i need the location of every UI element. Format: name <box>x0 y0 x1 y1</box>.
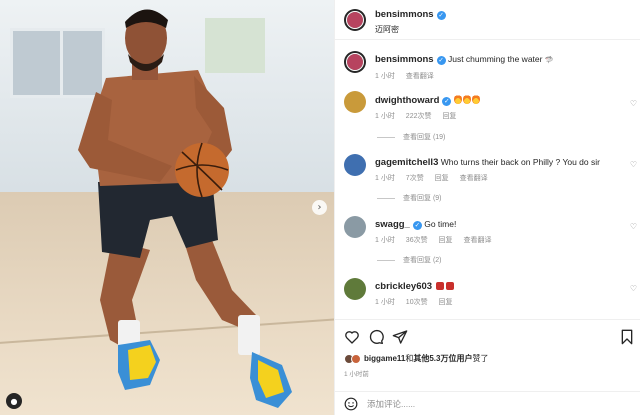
comment-time[interactable]: 1 小时 <box>375 299 395 306</box>
fire-emoji-icon <box>471 94 480 104</box>
basketball-player-figure <box>78 9 292 408</box>
view-replies-link[interactable]: 查看回复 (19) <box>377 132 445 142</box>
view-replies-link[interactable]: 查看回复 (9) <box>377 193 442 203</box>
comment-username[interactable]: gagemitchell3 <box>375 157 438 168</box>
comment-text: Who turns their back on Philly ? You do … <box>440 157 600 167</box>
post-actions: biggame11和其他5.3万位用户赞了 1 小时前 <box>335 319 640 391</box>
view-replies-label: 查看回复 (19) <box>403 134 446 141</box>
angry-face-emoji-icon <box>446 282 455 290</box>
comment-username[interactable]: swagg_ <box>375 219 410 230</box>
caption-text: Just chumming the water <box>447 54 543 64</box>
commenter-avatar[interactable] <box>344 154 366 176</box>
comment-time[interactable]: 1 小时 <box>375 175 395 182</box>
post-location[interactable]: 迈阿密 <box>375 24 446 35</box>
reply-button[interactable]: 回复 <box>439 299 453 306</box>
fire-emoji-icon <box>453 94 462 104</box>
comment-username[interactable]: dwighthoward <box>375 95 439 106</box>
see-translation-link[interactable]: 查看翻译 <box>464 237 492 244</box>
verified-badge-icon: ✓ <box>436 56 446 65</box>
likes-others-link[interactable]: 其他5.3万位用户 <box>413 354 472 363</box>
add-comment-input[interactable] <box>367 398 597 409</box>
tagged-users-button[interactable]: ● <box>6 393 22 409</box>
commenter-avatar[interactable] <box>344 216 366 238</box>
post-photo[interactable]: › ● <box>0 0 334 415</box>
author-username[interactable]: bensimmons <box>375 9 434 20</box>
commenter-avatar[interactable] <box>344 91 366 113</box>
comment-username[interactable]: cbrickley603 <box>375 281 432 292</box>
view-replies-label: 查看回复 (9) <box>403 195 442 202</box>
see-translation-link[interactable]: 查看翻译 <box>406 73 434 80</box>
post-header: bensimmons ✓ 迈阿密 <box>335 0 640 40</box>
comment-like-heart-icon[interactable]: ♡ <box>630 99 637 108</box>
fire-emoji-icon <box>462 94 471 104</box>
see-translation-link[interactable]: 查看翻译 <box>460 175 488 182</box>
reply-button[interactable]: 回复 <box>435 175 449 182</box>
comment-time[interactable]: 1 小时 <box>375 113 395 120</box>
liker-username[interactable]: biggame11 <box>364 354 405 363</box>
caption-item: bensimmons ✓ Just chumming the water 🦈 1 … <box>344 51 640 91</box>
likes-summary[interactable]: biggame11和其他5.3万位用户赞了 <box>344 353 488 364</box>
smiley-icon[interactable] <box>344 397 358 411</box>
add-comment-bar <box>335 391 640 415</box>
post-sidebar: bensimmons ✓ 迈阿密 bensimmons ✓ Just chummin… <box>334 0 640 415</box>
liker-avatar <box>351 353 361 364</box>
post-timestamp[interactable]: 1 小时前 <box>344 368 369 378</box>
comment-item: cbrickley603 1 小时 10次赞 回复 ♡ <box>344 278 640 318</box>
paper-plane-icon[interactable] <box>392 329 408 345</box>
reply-button[interactable]: 回复 <box>439 237 453 244</box>
commenter-avatar[interactable] <box>344 278 366 300</box>
caption-username[interactable]: bensimmons <box>375 54 434 65</box>
comment-text: Go time! <box>424 219 457 229</box>
comment-likes[interactable]: 222次赞 <box>406 113 432 120</box>
verified-badge-icon: ✓ <box>436 11 446 20</box>
heart-icon[interactable] <box>344 329 360 345</box>
comment-likes[interactable]: 10次赞 <box>406 299 428 306</box>
author-avatar[interactable] <box>344 8 366 31</box>
chevron-right-icon: › <box>317 202 322 213</box>
author-avatar[interactable] <box>344 51 366 73</box>
verified-badge-icon: ✓ <box>442 97 452 106</box>
caption-time[interactable]: 1 小时 <box>375 73 395 80</box>
verified-badge-icon: ✓ <box>412 221 422 230</box>
comment-likes[interactable]: 7次赞 <box>406 175 424 182</box>
bookmark-icon[interactable] <box>619 329 635 345</box>
likes-suffix: 赞了 <box>472 354 489 363</box>
angry-face-emoji-icon <box>436 282 445 290</box>
comment-likes[interactable]: 36次赞 <box>406 237 428 244</box>
user-icon: ● <box>10 396 18 406</box>
comment-like-heart-icon[interactable]: ♡ <box>630 160 637 169</box>
comment-time[interactable]: 1 小时 <box>375 237 395 244</box>
shark-icon: 🦈 <box>544 56 554 64</box>
comment-like-heart-icon[interactable]: ♡ <box>630 222 637 231</box>
comment-bubble-icon[interactable] <box>368 329 384 345</box>
next-image-button[interactable]: › <box>312 200 327 215</box>
comment-like-heart-icon[interactable]: ♡ <box>630 284 637 293</box>
comments-list: bensimmons ✓ Just chumming the water 🦈 1 … <box>335 41 640 319</box>
view-replies-link[interactable]: 查看回复 (2) <box>377 255 442 265</box>
view-replies-label: 查看回复 (2) <box>403 257 442 264</box>
reply-button[interactable]: 回复 <box>442 113 456 120</box>
